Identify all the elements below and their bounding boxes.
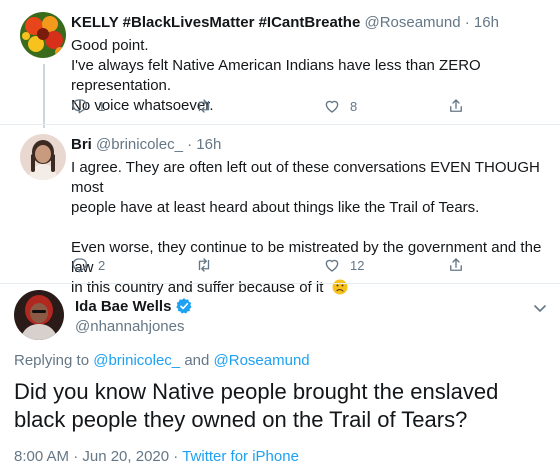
- reply-count: 2: [98, 257, 106, 273]
- retweet-button[interactable]: [195, 256, 222, 274]
- tweet-header: KELLY #BlackLivesMatter #ICantBreathe @R…: [71, 14, 499, 31]
- tweet-line: I've always felt Native American Indians…: [71, 57, 481, 94]
- avatar-flower-image: [20, 12, 66, 58]
- avatar-person-image: [14, 290, 64, 340]
- thread-line: [43, 64, 45, 128]
- chevron-down-icon[interactable]: [532, 300, 548, 316]
- tweet-line: I agree. They are often left out of thes…: [71, 159, 540, 196]
- avatar[interactable]: [20, 12, 66, 58]
- reply-button[interactable]: 1: [71, 97, 105, 115]
- tweet-time[interactable]: 16h: [474, 14, 499, 31]
- replying-to: Replying to @brinicolec_ and @Roseamund: [14, 352, 310, 369]
- tweet-line: black people they owned on the Trail of …: [14, 407, 468, 432]
- source-link[interactable]: Twitter for iPhone: [182, 448, 299, 465]
- tweet-actions: 2 12: [71, 256, 471, 276]
- avatar[interactable]: [20, 134, 66, 180]
- author-name-row: Ida Bae Wells: [75, 297, 193, 315]
- reply-button[interactable]: 2: [71, 256, 105, 274]
- reply-icon: [72, 258, 87, 273]
- timestamp-text[interactable]: 8:00 AM · Jun 20, 2020 ·: [14, 448, 178, 465]
- avatar-person-image: [20, 134, 66, 180]
- separator: ·: [187, 136, 193, 153]
- author-name[interactable]: KELLY #BlackLivesMatter #ICantBreathe: [71, 14, 360, 31]
- author-handle[interactable]: @Roseamund: [364, 14, 460, 31]
- divider: [0, 283, 560, 284]
- tweet-time[interactable]: 16h: [196, 136, 221, 153]
- separator: ·: [464, 14, 470, 31]
- like-button[interactable]: 8: [323, 97, 357, 115]
- retweet-icon: [198, 258, 210, 272]
- main-tweet-text: Did you know Native people brought the e…: [14, 378, 554, 434]
- tweet-line: people have at least heard about things …: [71, 199, 480, 216]
- share-icon: [450, 258, 462, 271]
- author-name[interactable]: Bri: [71, 136, 92, 153]
- like-icon: [325, 100, 339, 113]
- author-handle[interactable]: @brinicolec_: [96, 136, 183, 153]
- tweet-line: Good point.: [71, 37, 149, 54]
- share-button[interactable]: [447, 97, 465, 115]
- tweet-text: I agree. They are often left out of thes…: [71, 158, 560, 298]
- tweet-line: Did you know Native people brought the e…: [14, 379, 499, 404]
- share-icon: [450, 99, 462, 112]
- verified-icon: [176, 298, 193, 314]
- reply-count: 1: [98, 98, 106, 114]
- retweet-button[interactable]: [195, 97, 222, 115]
- tweet-actions: 1 8: [71, 97, 471, 117]
- like-icon: [325, 259, 339, 272]
- replying-link-2[interactable]: @Roseamund: [214, 352, 310, 369]
- share-button[interactable]: [447, 256, 465, 274]
- divider: [0, 124, 560, 125]
- reply-icon: [72, 99, 87, 114]
- avatar[interactable]: [14, 290, 64, 340]
- replying-prefix: Replying to: [14, 352, 90, 369]
- like-button[interactable]: 12: [323, 256, 364, 274]
- like-count: 8: [350, 98, 358, 114]
- replying-link-1[interactable]: @brinicolec_: [93, 352, 180, 369]
- author-handle[interactable]: @nhannahjones: [75, 318, 184, 335]
- retweet-icon: [198, 99, 210, 113]
- tweet-line-with-emoji: in this country and suffer because of it: [71, 278, 560, 298]
- author-name[interactable]: Ida Bae Wells: [75, 298, 171, 315]
- replying-and: and: [184, 352, 210, 369]
- tweet-timestamp: 8:00 AM · Jun 20, 2020 · Twitter for iPh…: [14, 448, 299, 465]
- tweet-line: in this country and suffer because of it: [71, 279, 324, 296]
- tweet-header: Bri @brinicolec_ · 16h: [71, 136, 221, 153]
- like-count: 12: [350, 257, 365, 273]
- confused-face-emoji: [332, 279, 348, 295]
